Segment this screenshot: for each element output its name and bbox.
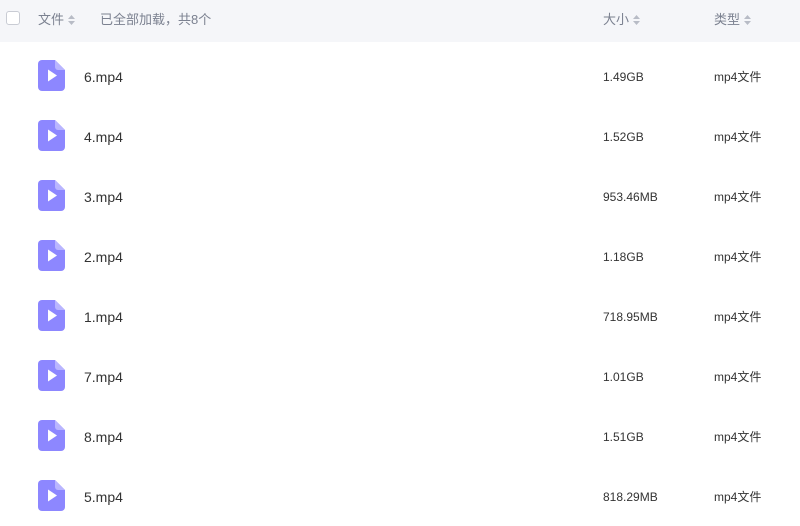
file-row[interactable]: 3.mp4 953.46MB mp4文件 <box>0 162 800 222</box>
file-row[interactable]: 5.mp4 818.29MB mp4文件 <box>0 462 800 522</box>
file-row[interactable]: 6.mp4 1.49GB mp4文件 <box>0 42 800 102</box>
table-header: 文件 已全部加载，共8个 大小 类型 <box>0 0 800 42</box>
column-header-size[interactable]: 大小 <box>603 12 641 28</box>
file-row[interactable]: 8.mp4 1.51GB mp4文件 <box>0 402 800 462</box>
sort-icon[interactable] <box>68 14 76 25</box>
video-file-icon <box>38 360 65 391</box>
sort-icon[interactable] <box>633 14 641 25</box>
file-list: 6.mp4 1.49GB mp4文件 4.mp4 1.52GB mp4文件 3.mp4 953… <box>0 42 800 522</box>
file-name[interactable]: 3.mp4 <box>84 188 123 206</box>
file-size: 1.49GB <box>603 70 644 84</box>
file-row[interactable]: 7.mp4 1.01GB mp4文件 <box>0 342 800 402</box>
video-file-icon <box>38 60 65 91</box>
file-size: 1.18GB <box>603 250 644 264</box>
video-file-icon <box>38 240 65 271</box>
file-name[interactable]: 8.mp4 <box>84 428 123 446</box>
video-file-icon <box>38 420 65 451</box>
file-size: 818.29MB <box>603 490 658 504</box>
file-type: mp4文件 <box>714 250 762 264</box>
column-header-type[interactable]: 类型 <box>714 12 752 28</box>
file-type: mp4文件 <box>714 430 762 444</box>
file-row[interactable]: 2.mp4 1.18GB mp4文件 <box>0 222 800 282</box>
file-name[interactable]: 6.mp4 <box>84 68 123 86</box>
file-size: 718.95MB <box>603 310 658 324</box>
file-type: mp4文件 <box>714 130 762 144</box>
file-type: mp4文件 <box>714 490 762 504</box>
file-size: 1.01GB <box>603 370 644 384</box>
file-type: mp4文件 <box>714 190 762 204</box>
loaded-status: 已全部加载，共8个 <box>100 12 212 27</box>
file-name[interactable]: 2.mp4 <box>84 248 123 266</box>
file-size: 1.52GB <box>603 130 644 144</box>
column-header-size-label: 大小 <box>603 12 630 27</box>
video-file-icon <box>38 300 65 331</box>
file-name[interactable]: 1.mp4 <box>84 308 123 326</box>
video-file-icon <box>38 480 65 511</box>
file-row[interactable]: 1.mp4 718.95MB mp4文件 <box>0 282 800 342</box>
file-row[interactable]: 4.mp4 1.52GB mp4文件 <box>0 102 800 162</box>
column-header-type-label: 类型 <box>714 12 741 27</box>
file-type: mp4文件 <box>714 70 762 84</box>
column-header-file-label: 文件 <box>38 12 65 27</box>
file-size: 1.51GB <box>603 430 644 444</box>
sort-icon[interactable] <box>744 14 752 25</box>
file-type: mp4文件 <box>714 310 762 324</box>
video-file-icon <box>38 180 65 211</box>
file-type: mp4文件 <box>714 370 762 384</box>
select-all-checkbox[interactable] <box>6 11 20 25</box>
file-size: 953.46MB <box>603 190 658 204</box>
file-name[interactable]: 5.mp4 <box>84 488 123 506</box>
column-header-file[interactable]: 文件 <box>38 12 76 28</box>
file-name[interactable]: 7.mp4 <box>84 368 123 386</box>
file-name[interactable]: 4.mp4 <box>84 128 123 146</box>
video-file-icon <box>38 120 65 151</box>
